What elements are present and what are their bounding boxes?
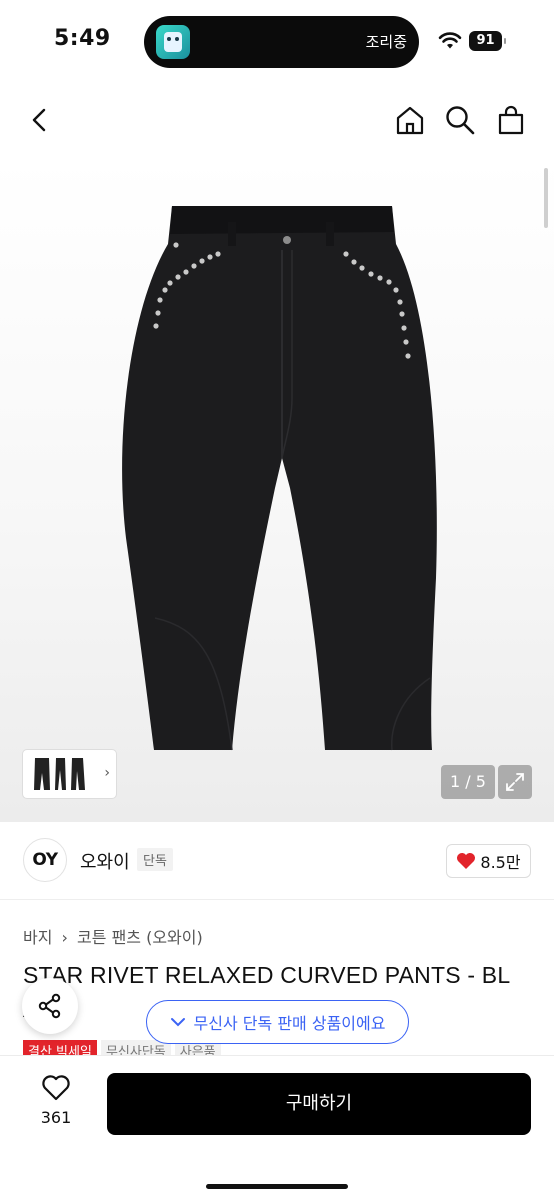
chevron-left-icon xyxy=(32,108,46,132)
product-image-gallery[interactable]: › 1 / 5 xyxy=(0,158,554,822)
search-icon xyxy=(446,106,475,135)
expand-icon xyxy=(506,773,524,791)
search-button[interactable] xyxy=(442,102,478,138)
chevron-right-icon: › xyxy=(104,765,110,781)
exclusive-notice: 무신사 단독 판매 상품이에요 xyxy=(146,1000,409,1044)
wifi-icon xyxy=(438,32,462,49)
status-bar: 5:49 조리중 91 xyxy=(0,0,554,82)
brand-logo[interactable]: OY xyxy=(23,838,67,882)
heart-filled-icon xyxy=(457,853,476,869)
buy-button[interactable]: 구매하기 xyxy=(107,1073,531,1135)
home-button[interactable] xyxy=(392,102,428,138)
dynamic-island[interactable]: 조리중 xyxy=(144,16,419,68)
breadcrumb-item-category[interactable]: 바지 xyxy=(23,928,52,947)
breadcrumb-separator-icon: › xyxy=(61,928,68,947)
cart-button[interactable] xyxy=(493,102,529,138)
back-button[interactable] xyxy=(22,102,58,138)
thumbnail-strip[interactable]: › xyxy=(23,750,116,798)
product-title: STAR RIVET RELAXED CURVED PANTS - BL xyxy=(23,962,511,988)
live-activity-text: 조리중 xyxy=(365,33,407,51)
battery-indicator: 91 xyxy=(469,31,506,51)
brand-like-button[interactable]: 8.5만 xyxy=(446,844,531,878)
shopping-bag-icon xyxy=(498,105,524,135)
home-indicator[interactable] xyxy=(206,1184,348,1189)
brand-exclusive-badge: 단독 xyxy=(137,848,173,871)
breadcrumb-item-subcategory[interactable]: 코튼 팬츠 (오와이) xyxy=(77,928,203,947)
breadcrumb: 바지 › 코튼 팬츠 (오와이) xyxy=(23,924,207,948)
wishlist-button[interactable]: 361 xyxy=(36,1074,76,1127)
share-button[interactable] xyxy=(22,978,78,1034)
exclusive-notice-text: 무신사 단독 판매 상품이에요 xyxy=(193,1014,386,1033)
product-image xyxy=(122,206,437,751)
heart-outline-icon xyxy=(42,1075,70,1101)
thumbnail-image xyxy=(34,758,85,790)
brand-name[interactable]: 오와이 xyxy=(80,848,130,874)
home-icon xyxy=(396,106,424,135)
brand-like-count: 8.5만 xyxy=(480,853,521,872)
chevron-down-icon xyxy=(170,1018,185,1027)
status-time: 5:49 xyxy=(54,26,111,51)
top-navigation xyxy=(0,82,554,158)
expand-button[interactable] xyxy=(498,765,532,799)
wishlist-count: 361 xyxy=(40,1108,72,1127)
live-activity-app-icon xyxy=(156,25,190,59)
brand-row[interactable]: OY 오와이 단독 8.5만 xyxy=(0,822,554,900)
bottom-action-bar: 361 구매하기 xyxy=(0,1056,554,1200)
share-icon xyxy=(38,993,61,1019)
image-pager: 1 / 5 xyxy=(441,765,495,799)
